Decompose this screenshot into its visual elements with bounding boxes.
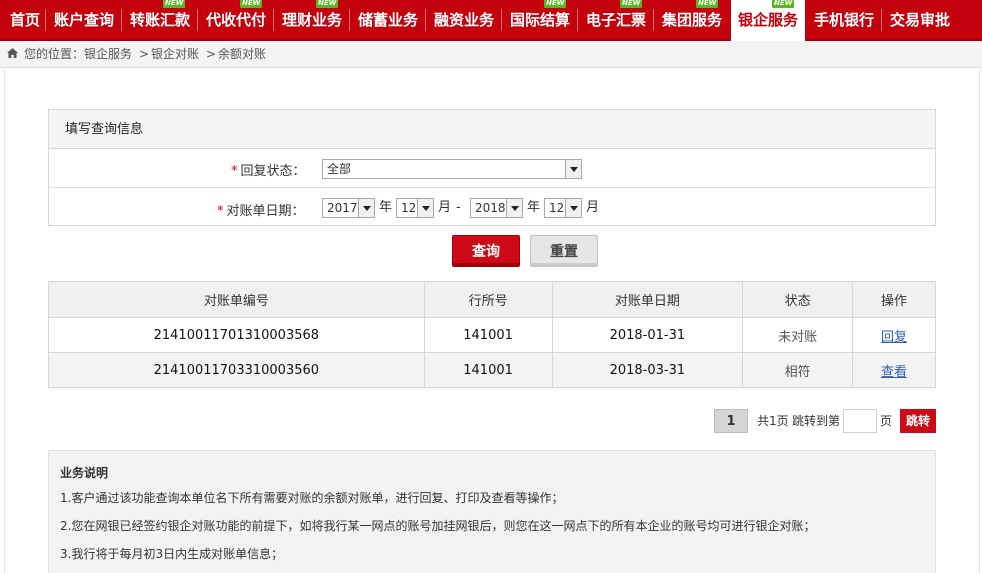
statement-no-cell: 21410011701310003568 [48, 317, 425, 353]
action-cell: 回复 [852, 317, 936, 353]
chevron-down-icon [417, 199, 433, 217]
branch-no-cell: 141001 [423, 317, 553, 353]
range-dash: - [456, 200, 461, 215]
column-header-statement-no: 对账单编号 [48, 281, 425, 318]
home-icon [7, 48, 18, 58]
nav-item-home[interactable]: 首页 [10, 0, 40, 39]
chevron-down-icon [565, 199, 581, 217]
nav-item-mobile-banking[interactable]: 手机银行 [814, 0, 874, 39]
nav-divider [349, 9, 350, 31]
query-button[interactable]: 查询 [452, 235, 520, 267]
panel-title: 填写查询信息 [65, 122, 144, 137]
notes-title: 业务说明 [60, 466, 109, 480]
column-header-action: 操作 [852, 281, 936, 318]
note-item: 1.客户通过该功能查询本单位名下所有需要对账的余额对账单，进行回复、打印及查看等… [60, 491, 564, 505]
table-header-row: 对账单编号 行所号 对账单日期 状态 操作 [48, 281, 936, 318]
table-row: 21410011703310003560 141001 2018-03-31 相… [48, 352, 936, 388]
row-divider [49, 187, 935, 188]
nav-divider [501, 9, 502, 31]
breadcrumb-separator: > [139, 47, 150, 61]
panel-header: 填写查询信息 [49, 110, 935, 149]
year-unit: 年 [527, 200, 541, 215]
nav-item-transaction-approval[interactable]: 交易审批 [890, 0, 950, 39]
nav-divider [653, 9, 654, 31]
start-year-select[interactable]: 2017 [322, 198, 375, 218]
view-link[interactable]: 查看 [881, 365, 907, 380]
jump-button[interactable]: 跳转 [900, 409, 936, 433]
action-cell: 查看 [852, 352, 936, 388]
note-item: 2.您在网银已经签约银企对账功能的前提下，如将我行某一网点的账号加挂网银后，则您… [60, 519, 816, 533]
end-year-select[interactable]: 2018 [470, 198, 523, 218]
status-select[interactable]: 全部 [322, 159, 582, 179]
nav-divider [121, 9, 122, 31]
nav-item-account-query[interactable]: 账户查询 [54, 0, 114, 39]
table-row: 21410011701310003568 141001 2018-01-31 未… [48, 317, 936, 353]
new-badge: NEW [163, 0, 186, 8]
statement-table: 对账单编号 行所号 对账单日期 状态 操作 214100117013100035… [48, 281, 936, 388]
chevron-down-icon [506, 199, 522, 217]
top-nav: 首页 账户查询 转账汇款 NEW 代收代付 NEW 理财业务 NEW 储蓄业务 … [0, 0, 982, 41]
page-number-current[interactable]: 1 [714, 409, 748, 433]
jump-suffix: 页 [880, 414, 893, 428]
month-unit: 月 [586, 200, 600, 215]
page-jump-input[interactable] [843, 409, 877, 433]
reset-button[interactable]: 重置 [530, 235, 598, 267]
breadcrumb-item-reconciliation[interactable]: 银企对账 [151, 41, 199, 67]
statement-no-cell: 21410011703310003560 [48, 352, 425, 388]
status-cell: 未对账 [742, 317, 854, 353]
date-label: * 对账单日期： [217, 204, 305, 219]
breadcrumb-prefix: 您的位置： [24, 47, 85, 61]
nav-divider [425, 9, 426, 31]
new-badge: NEW [544, 0, 567, 8]
page-total: 共1页 [757, 414, 789, 428]
required-mark: * [231, 164, 238, 179]
nav-divider [881, 9, 882, 31]
note-item: 3.我行将于每月初3日内生成对账单信息； [60, 547, 284, 561]
business-notes: 业务说明 1.客户通过该功能查询本单位名下所有需要对账的余额对账单，进行回复、打… [48, 450, 936, 573]
breadcrumb-separator: > [206, 47, 217, 61]
required-mark: * [217, 204, 224, 219]
status-label: * 回复状态： [231, 164, 306, 179]
new-badge: NEW [620, 0, 643, 8]
new-badge: NEW [316, 0, 339, 8]
chevron-down-icon [565, 160, 581, 178]
breadcrumb-item-bank-enterprise[interactable]: 银企服务 [84, 41, 132, 67]
statement-date-cell: 2018-01-31 [551, 317, 744, 353]
status-cell: 相符 [742, 352, 854, 388]
breadcrumb: 您的位置： 银企服务 > 银企对账 > 余额对账 [0, 41, 982, 68]
nav-divider [45, 9, 46, 31]
query-form-panel: 填写查询信息 * 回复状态： 全部 * 对账单日期： 2017 年 12 月 - 2… [48, 109, 936, 226]
nav-item-savings[interactable]: 储蓄业务 [358, 0, 418, 39]
year-unit: 年 [379, 200, 393, 215]
month-unit: 月 [438, 200, 452, 215]
column-header-branch-no: 行所号 [423, 281, 553, 318]
nav-item-financing[interactable]: 融资业务 [434, 0, 494, 39]
nav-divider [577, 9, 578, 31]
new-badge: NEW [240, 0, 263, 8]
start-month-select[interactable]: 12 [396, 198, 434, 218]
branch-no-cell: 141001 [423, 352, 553, 388]
end-month-select[interactable]: 12 [544, 198, 582, 218]
column-header-statement-date: 对账单日期 [551, 281, 744, 318]
reply-link[interactable]: 回复 [881, 330, 907, 345]
new-badge: NEW [696, 0, 719, 8]
column-header-status: 状态 [742, 281, 854, 318]
new-badge: NEW [772, 0, 795, 8]
jump-prefix: 跳转到第 [792, 414, 841, 428]
chevron-down-icon [358, 199, 374, 217]
nav-divider [273, 9, 274, 31]
breadcrumb-item-balance-reconciliation: 余额对账 [218, 47, 267, 61]
statement-date-cell: 2018-03-31 [551, 352, 744, 388]
nav-divider [197, 9, 198, 31]
